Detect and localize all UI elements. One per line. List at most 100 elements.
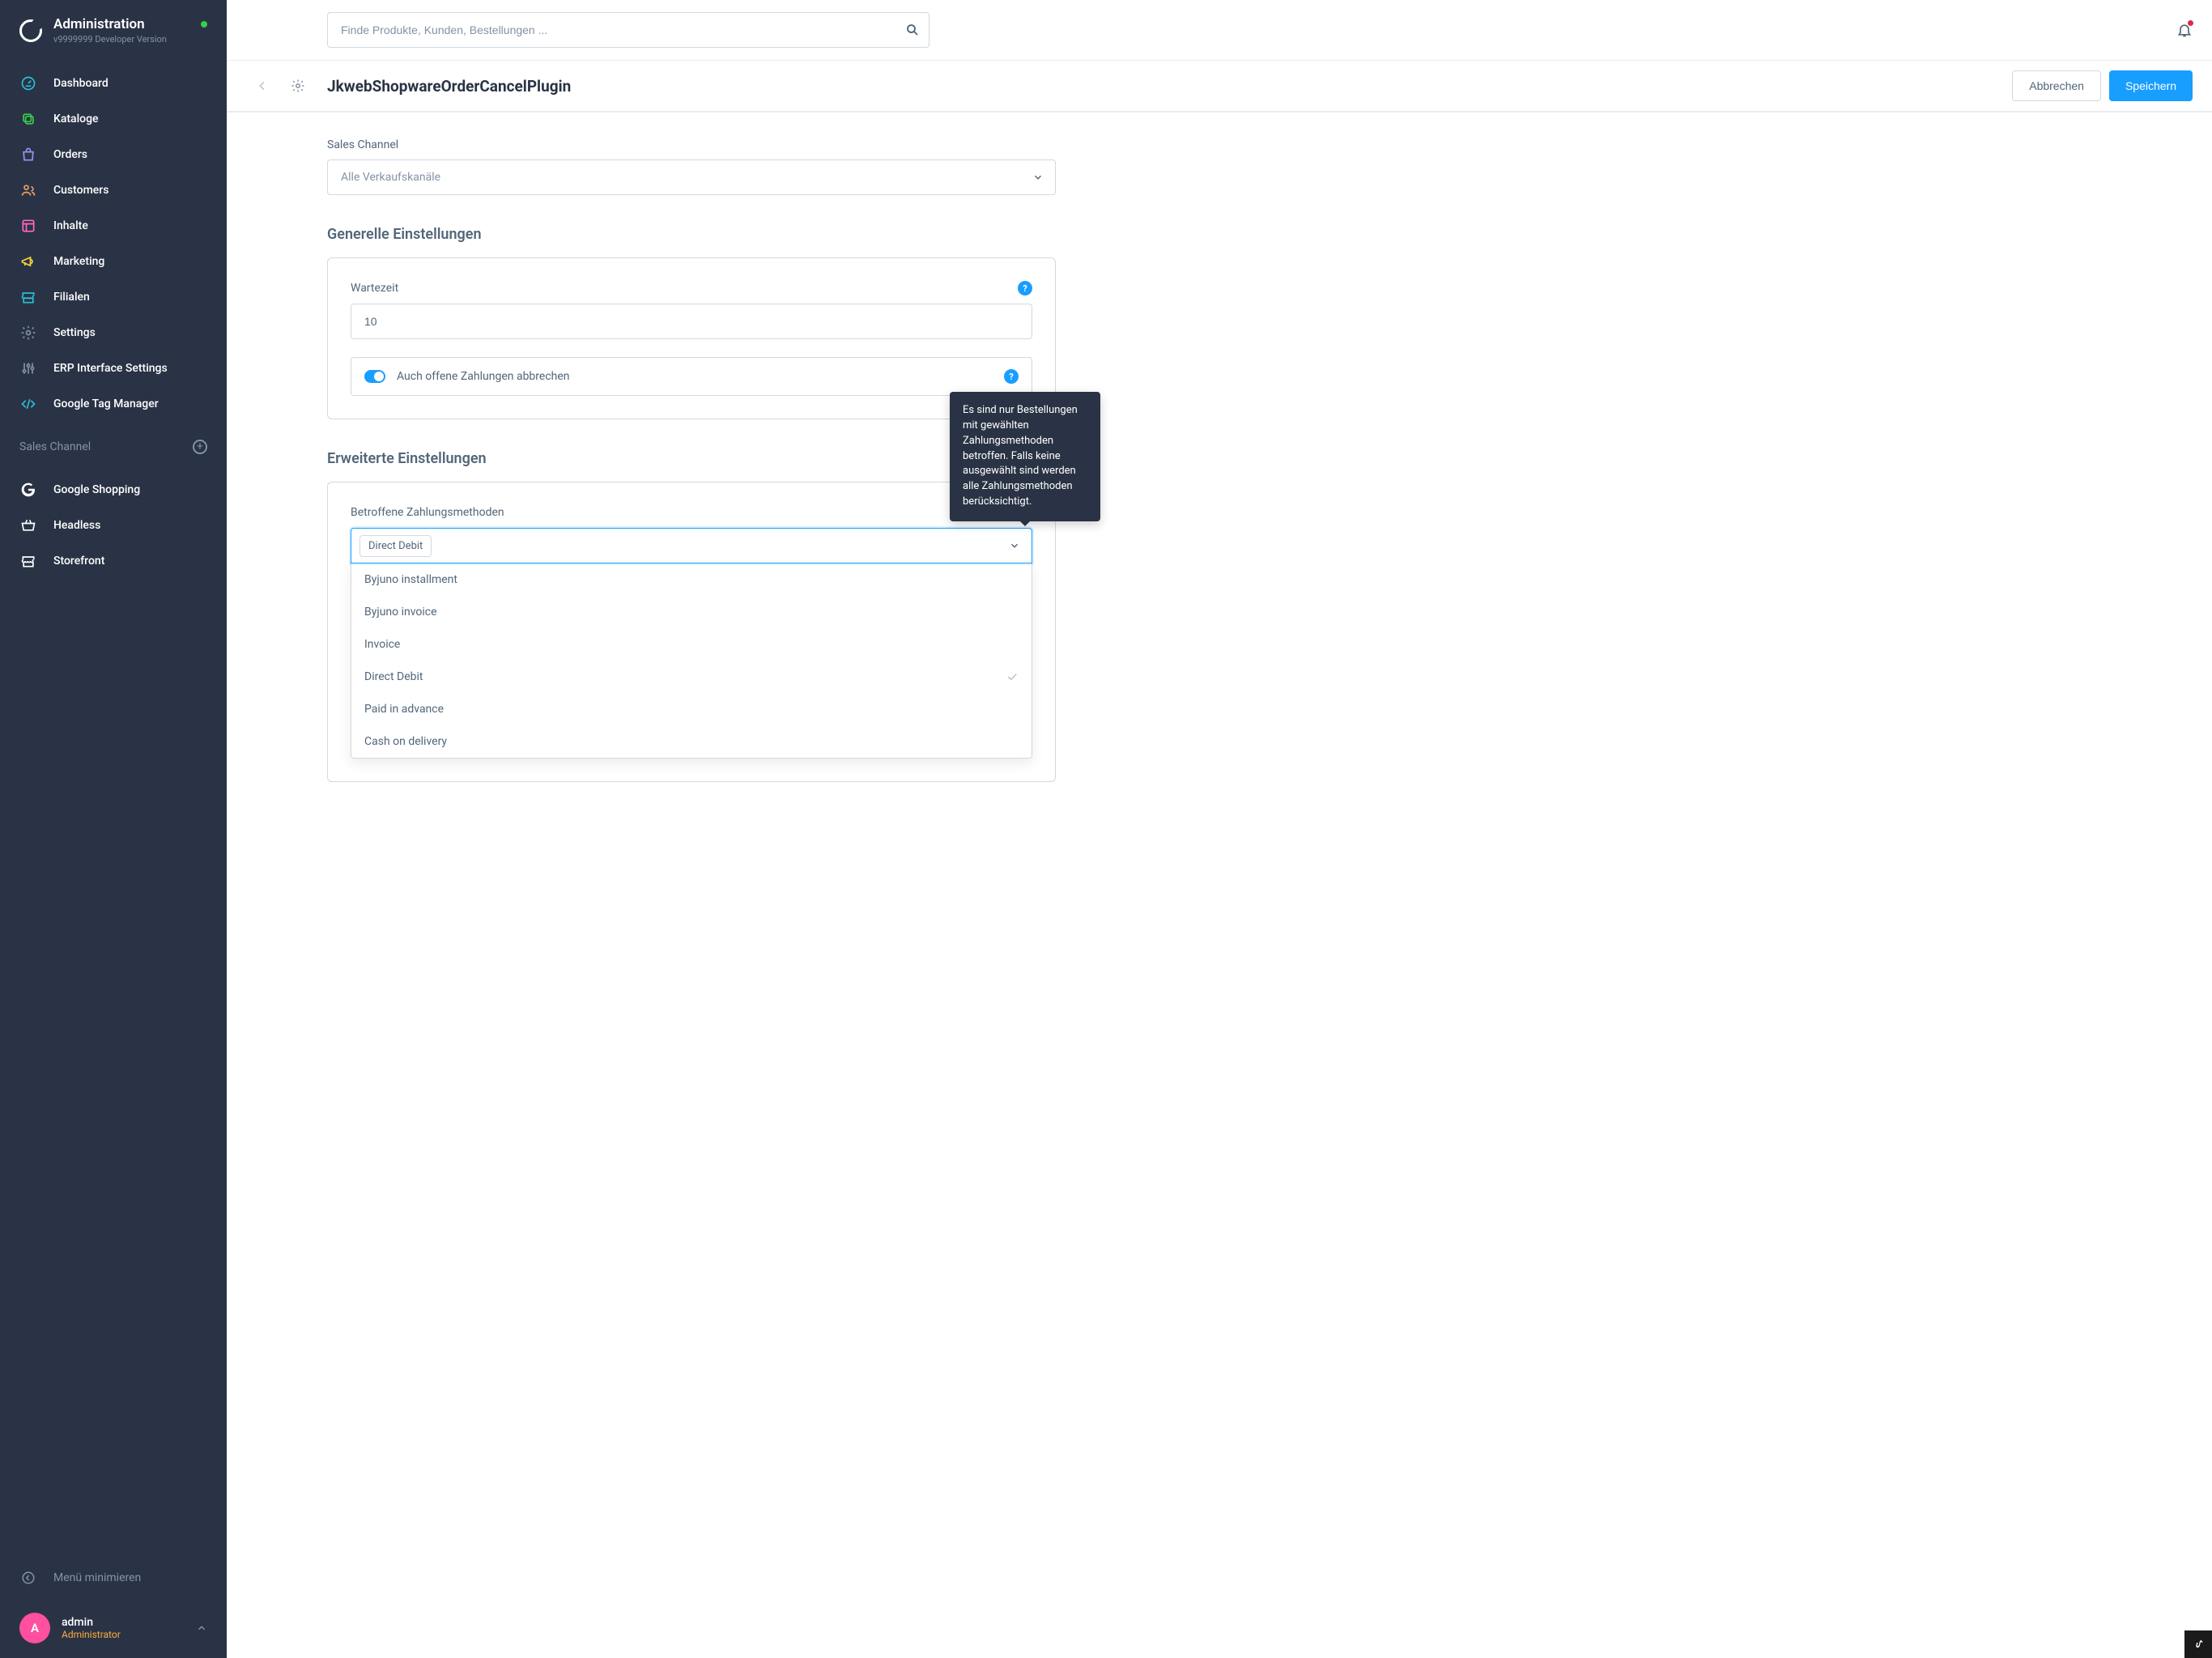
option-label: Cash on delivery bbox=[364, 735, 447, 748]
megaphone-icon bbox=[19, 253, 37, 270]
sidebar-item-label: Marketing bbox=[53, 255, 104, 268]
sidebar-channel-headless[interactable]: Headless bbox=[0, 508, 227, 543]
gauge-icon bbox=[19, 74, 37, 92]
sidebar-item-inhalte[interactable]: Inhalte bbox=[0, 208, 227, 244]
sidebar-item-label: Settings bbox=[53, 326, 96, 339]
topbar bbox=[227, 0, 2212, 61]
sidebar-item-label: Headless bbox=[53, 519, 100, 532]
sidebar-item-dashboard[interactable]: Dashboard bbox=[0, 66, 227, 101]
check-icon bbox=[1006, 670, 1019, 683]
sales-channel-field-label: Sales Channel bbox=[327, 138, 1056, 151]
dropdown-option[interactable]: Paid in advance bbox=[351, 693, 1032, 725]
help-icon[interactable]: ? bbox=[1018, 281, 1032, 295]
waittime-label: Wartezeit ? bbox=[351, 281, 1032, 295]
sidebar-item-google-tag-manager[interactable]: Google Tag Manager bbox=[0, 386, 227, 422]
add-sales-channel-icon[interactable] bbox=[193, 440, 207, 454]
option-label: Paid in advance bbox=[364, 703, 444, 716]
bag-icon bbox=[19, 146, 37, 164]
sidebar-channel-google-shopping[interactable]: Google Shopping bbox=[0, 472, 227, 508]
advanced-card: Es sind nur Bestellungen mit gewählten Z… bbox=[327, 482, 1056, 782]
dropdown-option[interactable]: Byjuno installment bbox=[351, 563, 1032, 596]
search-input[interactable] bbox=[327, 12, 929, 48]
selected-tag[interactable]: Direct Debit bbox=[359, 535, 432, 557]
sidebar-item-label: Dashboard bbox=[53, 77, 108, 90]
admin-title: Administration bbox=[53, 16, 167, 32]
sidebar-item-label: Inhalte bbox=[53, 219, 88, 232]
dropdown-option[interactable]: Cash on delivery bbox=[351, 725, 1032, 758]
cancel-button[interactable]: Abbrechen bbox=[2012, 70, 2101, 101]
sales-channel-header: Sales Channel bbox=[0, 430, 227, 464]
user-name: admin bbox=[62, 1616, 121, 1629]
status-dot-icon bbox=[201, 21, 207, 28]
code-icon bbox=[19, 395, 37, 413]
sidebar-item-label: Kataloge bbox=[53, 113, 99, 125]
dropdown-option[interactable]: Invoice bbox=[351, 628, 1032, 661]
sidebar-item-kataloge[interactable]: Kataloge bbox=[0, 101, 227, 137]
payment-methods-select[interactable]: Direct Debit bbox=[351, 528, 1032, 563]
sidebar-item-marketing[interactable]: Marketing bbox=[0, 244, 227, 279]
option-label: Byjuno installment bbox=[364, 573, 457, 586]
minimize-menu[interactable]: Menü minimieren bbox=[0, 1558, 227, 1598]
notification-dot-icon bbox=[2188, 20, 2193, 26]
minimize-icon bbox=[19, 1569, 37, 1587]
chevron-down-icon bbox=[1032, 172, 1044, 183]
gear-icon[interactable] bbox=[280, 79, 316, 93]
open-payments-toggle[interactable] bbox=[364, 370, 385, 383]
sidebar-footer: Menü minimieren A admin Administrator bbox=[0, 1558, 227, 1658]
open-payments-label: Auch offene Zahlungen abbrechen bbox=[397, 370, 993, 383]
waittime-input[interactable] bbox=[351, 304, 1032, 339]
dropdown-option[interactable]: Direct Debit bbox=[351, 661, 1032, 693]
sidebar-item-erp-interface-settings[interactable]: ERP Interface Settings bbox=[0, 351, 227, 386]
payment-tooltip: Es sind nur Bestellungen mit gewählten Z… bbox=[950, 392, 1100, 521]
sidebar-item-label: ERP Interface Settings bbox=[53, 362, 168, 375]
sidebar-item-settings[interactable]: Settings bbox=[0, 315, 227, 351]
user-role: Administrator bbox=[62, 1629, 121, 1640]
save-button[interactable]: Speichern bbox=[2109, 70, 2193, 101]
sidebar-item-label: Storefront bbox=[53, 555, 104, 568]
admin-version: v9999999 Developer Version bbox=[53, 34, 167, 45]
main: JkwebShopwareOrderCancelPlugin Abbrechen… bbox=[227, 0, 2212, 1658]
sliders-icon bbox=[19, 359, 37, 377]
notifications-icon[interactable] bbox=[2176, 22, 2193, 38]
sidebar-header: Administration v9999999 Developer Versio… bbox=[0, 0, 227, 57]
sidebar-item-filialen[interactable]: Filialen bbox=[0, 279, 227, 315]
option-label: Direct Debit bbox=[364, 670, 423, 683]
sidebar-item-customers[interactable]: Customers bbox=[0, 172, 227, 208]
general-card: Wartezeit ? Auch offene Zahlungen abbrec… bbox=[327, 257, 1056, 419]
sales-channel-value: Alle Verkaufskanäle bbox=[341, 171, 440, 184]
sales-channel-select[interactable]: Alle Verkaufskanäle bbox=[327, 159, 1056, 195]
nav-channels: Google Shopping Headless Storefront bbox=[0, 464, 227, 587]
sidebar-channel-storefront[interactable]: Storefront bbox=[0, 543, 227, 579]
logo-icon bbox=[19, 19, 42, 42]
sidebar-item-orders[interactable]: Orders bbox=[0, 137, 227, 172]
switch-row: Auch offene Zahlungen abbrechen ? bbox=[351, 357, 1032, 396]
option-label: Invoice bbox=[364, 638, 400, 651]
sidebar-item-label: Customers bbox=[53, 184, 108, 197]
sidebar-item-label: Filialen bbox=[53, 291, 90, 304]
user-menu[interactable]: A admin Administrator bbox=[0, 1598, 227, 1658]
sidebar: Administration v9999999 Developer Versio… bbox=[0, 0, 227, 1658]
sales-channel-label: Sales Channel bbox=[19, 440, 91, 453]
sidebar-item-label: Orders bbox=[53, 148, 87, 161]
store-icon bbox=[19, 288, 37, 306]
sidebar-item-label: Google Tag Manager bbox=[53, 397, 159, 410]
minimize-label: Menü minimieren bbox=[53, 1571, 141, 1584]
search-icon[interactable] bbox=[905, 23, 920, 37]
back-icon[interactable] bbox=[245, 79, 280, 92]
page-title: JkwebShopwareOrderCancelPlugin bbox=[327, 77, 2012, 96]
help-icon[interactable]: ? bbox=[1004, 369, 1019, 384]
nav-main: Dashboard Kataloge Orders Customers Inhalte M… bbox=[0, 57, 227, 430]
avatar: A bbox=[19, 1613, 50, 1643]
dropdown-option[interactable]: Byjuno invoice bbox=[351, 596, 1032, 628]
symfony-badge-icon[interactable] bbox=[2184, 1630, 2212, 1658]
google-icon bbox=[19, 481, 37, 499]
option-label: Byjuno invoice bbox=[364, 606, 437, 619]
page-header: JkwebShopwareOrderCancelPlugin Abbrechen… bbox=[227, 61, 2212, 113]
storefront-icon bbox=[19, 552, 37, 570]
sidebar-item-label: Google Shopping bbox=[53, 483, 140, 496]
chevron-down-icon bbox=[1009, 540, 1020, 551]
search-wrap bbox=[327, 12, 929, 48]
users-icon bbox=[19, 181, 37, 199]
chevron-up-icon bbox=[196, 1622, 207, 1634]
payment-methods-dropdown: Byjuno installment Byjuno invoice Invoice D… bbox=[351, 563, 1032, 759]
